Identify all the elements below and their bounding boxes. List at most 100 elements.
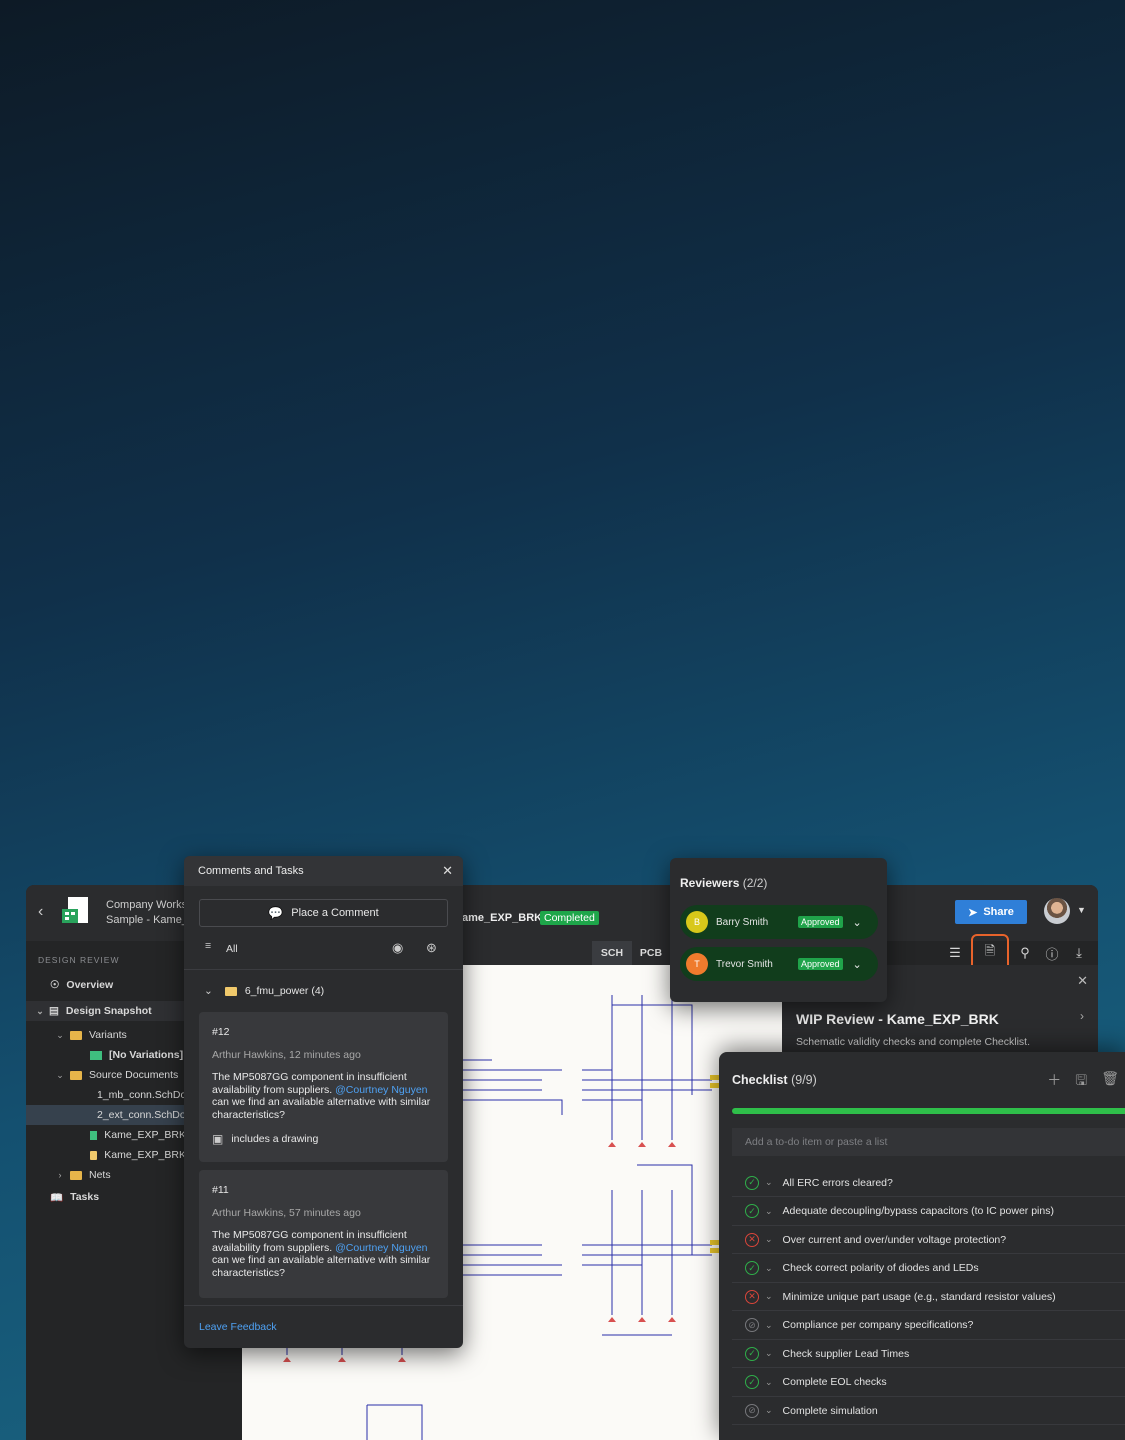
check-circle-icon[interactable]: ✓ xyxy=(745,1375,759,1389)
chevron-down-icon[interactable]: ⌄ xyxy=(853,958,862,971)
mention-link[interactable]: Nguyen xyxy=(391,1242,427,1254)
chevron-down-icon[interactable]: ⌄ xyxy=(765,1206,773,1217)
mention-link[interactable]: @Courtney xyxy=(335,1084,388,1096)
check-circle-icon[interactable]: ✓ xyxy=(745,1346,759,1361)
chevron-down-icon[interactable]: ⌄ xyxy=(765,1320,773,1331)
chevron-down-icon[interactable]: ⌄ xyxy=(765,1263,773,1274)
chevron-down-icon[interactable]: ⌄ xyxy=(54,1070,66,1081)
check-circle-icon[interactable]: ✓ xyxy=(745,1175,759,1190)
save-icon[interactable]: 🖫 xyxy=(1075,1070,1087,1094)
sidebar-item-source-documents[interactable]: ⌄ Source Documents xyxy=(26,1065,186,1085)
comment-card[interactable]: #11 Arthur Hawkins, 57 minutes ago The M… xyxy=(199,1170,448,1298)
skipped-circle-icon[interactable]: ⊘ xyxy=(745,1318,759,1332)
checklist-count: (9/9) xyxy=(791,1073,817,1087)
sidebar-item-tasks[interactable]: 📖 Tasks xyxy=(26,1187,186,1207)
share-button[interactable]: ➤ Share xyxy=(955,900,1027,924)
check-circle-icon[interactable]: ✓ xyxy=(745,1261,759,1275)
project-name: Sample - Kame_EXP_BRK xyxy=(106,914,186,926)
checklist-title: Checklist (9/9) xyxy=(732,1073,817,1087)
comment-group[interactable]: ⌄ 6_fmu_power (4) xyxy=(204,985,324,997)
visibility-icon[interactable]: ◉ xyxy=(392,940,403,956)
sidebar-item-file[interactable]: Kame_EXP_BRK xyxy=(26,1125,186,1145)
check-circle-icon[interactable]: ✓ xyxy=(745,1204,759,1218)
place-comment-button[interactable]: 💬 Place a Comment xyxy=(199,899,448,927)
sidebar-item-overview[interactable]: ☉ Overview xyxy=(26,975,186,995)
filter-value[interactable]: All xyxy=(226,943,238,955)
checklist-item-label: Complete simulation xyxy=(782,1404,878,1417)
comment-text: can we find an available alternative wit… xyxy=(212,1096,431,1121)
user-avatar[interactable] xyxy=(1044,898,1070,924)
sidebar-item-file[interactable]: 2_ext_conn.SchDoc xyxy=(26,1105,186,1125)
share-icon: ➤ xyxy=(968,906,978,919)
checklist-item[interactable]: ✕ ⌄ Over current and over/under voltage pr… xyxy=(732,1226,1125,1254)
info-icon[interactable]: ⓘ xyxy=(1043,944,1061,962)
sidebar-item-no-variations[interactable]: [No Variations] xyxy=(26,1045,186,1065)
skipped-circle-icon[interactable]: ⊘ xyxy=(745,1403,759,1418)
chevron-down-icon[interactable]: ⌄ xyxy=(765,1405,773,1416)
mention-link[interactable]: @Courtney xyxy=(335,1242,388,1254)
sidebar-item-label: Variants xyxy=(89,1029,127,1041)
sidebar-item-label: Kame_EXP_BRK xyxy=(104,1149,186,1161)
drawing-label: includes a drawing xyxy=(231,1133,319,1145)
trash-icon[interactable]: 🗑 xyxy=(1101,1070,1119,1094)
chevron-down-icon[interactable]: ⌄ xyxy=(204,985,213,997)
drawing-attachment[interactable]: ▣ includes a drawing xyxy=(212,1133,435,1146)
checklist-item[interactable]: ⊘ ⌄ Complete simulation xyxy=(732,1397,1125,1425)
workspace-info[interactable]: Company Workspace Sample - Kame_EXP_BRK xyxy=(106,898,186,928)
sidebar-item-variants[interactable]: ⌄ Variants xyxy=(26,1025,186,1045)
back-arrow-icon[interactable]: ‹ xyxy=(38,903,43,921)
chevron-down-icon[interactable]: ⌄ xyxy=(765,1348,773,1359)
checklist-item[interactable]: ✓ ⌄ Complete EOL checks xyxy=(732,1369,1125,1397)
mention-link[interactable]: Nguyen xyxy=(391,1084,427,1096)
sidebar-heading: DESIGN REVIEW xyxy=(38,955,120,965)
leave-feedback-link[interactable]: Leave Feedback xyxy=(199,1321,277,1333)
comment-icon[interactable]: ☰ xyxy=(946,944,964,962)
comment-number: #11 xyxy=(212,1184,229,1196)
chevron-down-icon[interactable]: ⌄ xyxy=(765,1377,773,1388)
reviewers-title-label: Reviewers xyxy=(680,876,740,890)
caret-down-icon[interactable]: ▼ xyxy=(1077,905,1086,915)
chevron-down-icon[interactable]: ⌄ xyxy=(34,1006,46,1017)
folder-icon xyxy=(70,1070,82,1080)
settings-sliders-icon[interactable]: ⊛ xyxy=(426,940,437,956)
download-icon[interactable]: ⤓ xyxy=(1070,944,1088,962)
todo-input[interactable]: Add a to-do item or paste a list xyxy=(732,1128,1125,1156)
chevron-down-icon[interactable]: ⌄ xyxy=(54,1030,66,1041)
expand-icon[interactable]: ⤢ xyxy=(1097,944,1098,962)
close-icon[interactable]: ✕ xyxy=(442,863,453,879)
comment-body: The MP5087GG component in insufficient a… xyxy=(212,1071,435,1121)
reviewer-row[interactable]: B Barry Smith Approved ⌄ xyxy=(680,905,878,939)
reviewer-row[interactable]: T Trevor Smith Approved ⌄ xyxy=(680,947,878,981)
checklist-item[interactable]: ⊘ ⌄ Compliance per company specifications? xyxy=(732,1312,1125,1340)
chevron-down-icon[interactable]: ⌄ xyxy=(765,1234,773,1245)
sidebar-item-file[interactable]: 1_mb_conn.SchDoc xyxy=(26,1085,186,1105)
tab-sch[interactable]: SCH xyxy=(592,941,632,965)
add-icon[interactable]: ＋ xyxy=(1047,1070,1061,1094)
checklist-item[interactable]: ✓ ⌄ Check supplier Lead Times xyxy=(732,1340,1125,1368)
sidebar-item-design-snapshot[interactable]: ⌄ ▤ Design Snapshot xyxy=(26,1001,186,1021)
sidebar-item-label: 1_mb_conn.SchDoc xyxy=(97,1089,186,1101)
checklist-item[interactable]: ✓ ⌄ Adequate decoupling/bypass capacitors … xyxy=(732,1198,1125,1226)
checklist-item[interactable]: ✓ ⌄ Check correct polarity of diodes and L… xyxy=(732,1255,1125,1283)
sidebar-item-label: [No Variations] xyxy=(109,1049,184,1061)
x-circle-icon[interactable]: ✕ xyxy=(745,1232,759,1247)
review-subtitle: Schematic validity checks and complete C… xyxy=(796,1036,1031,1048)
chevron-down-icon[interactable]: ⌄ xyxy=(765,1177,773,1188)
filter-icon[interactable]: ≡ xyxy=(205,940,211,952)
chevron-right-icon[interactable]: › xyxy=(54,1170,66,1180)
comment-card[interactable]: #12 Arthur Hawkins, 12 minutes ago The M… xyxy=(199,1012,448,1162)
tab-pcb[interactable]: PCB xyxy=(632,941,670,965)
search-icon[interactable]: ⚲ xyxy=(1016,944,1034,962)
chevron-right-icon[interactable]: › xyxy=(1080,1009,1084,1023)
chevron-down-icon[interactable]: ⌄ xyxy=(853,916,862,929)
folder-outline-icon: ▤ xyxy=(49,1005,59,1017)
schematic-file-icon xyxy=(224,986,237,996)
x-circle-icon[interactable]: ✕ xyxy=(745,1289,759,1304)
sidebar-item-file[interactable]: Kame_EXP_BRK xyxy=(26,1145,186,1165)
sidebar-item-nets[interactable]: › Nets xyxy=(26,1165,186,1185)
chevron-down-icon[interactable]: ⌄ xyxy=(765,1291,773,1302)
folder-icon xyxy=(70,1030,82,1040)
close-icon[interactable]: ✕ xyxy=(1077,973,1088,989)
checklist-item[interactable]: ✓ ⌄ All ERC errors cleared? xyxy=(732,1169,1125,1197)
checklist-item[interactable]: ✕ ⌄ Minimize unique part usage (e.g., stan… xyxy=(732,1283,1125,1311)
